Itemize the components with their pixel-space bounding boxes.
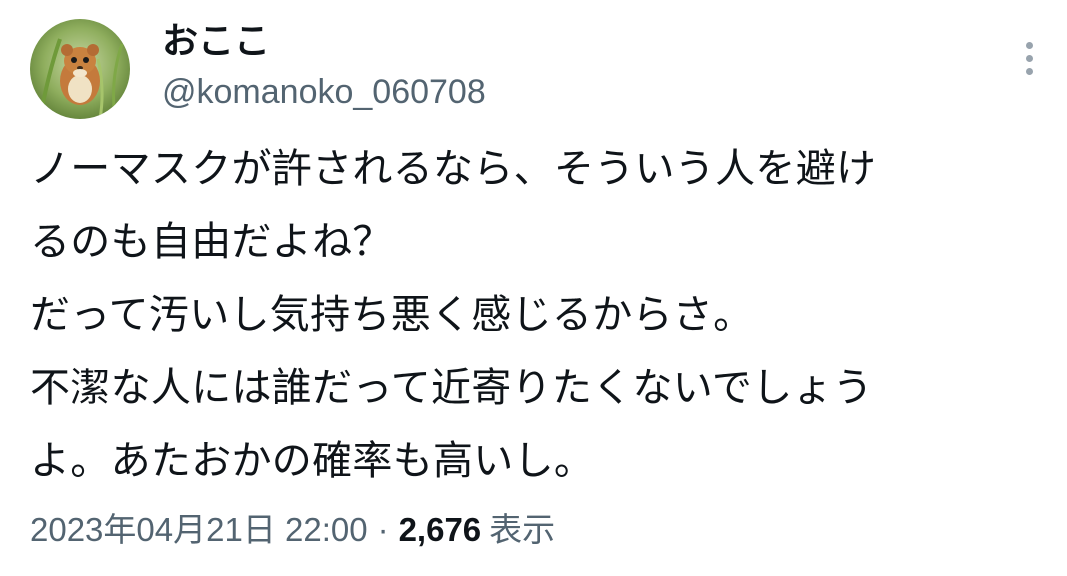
tweet-text-line: よ。あたおかの確率も高いし。 <box>30 438 595 484</box>
views-label: 表示 <box>489 510 556 549</box>
tweet-text-line: るのも自由だよね？ <box>30 219 393 265</box>
tweet-metadata: 2023年04月21日 22:00 · 2,676 表示 <box>30 506 555 554</box>
tweet-text-line: ノーマスクが許されるなら、そういう人を避け <box>30 146 877 192</box>
user-handle[interactable]: @komanoko_060708 <box>162 70 486 114</box>
avatar[interactable] <box>30 19 130 119</box>
tweet-text-line: 不潔な人には誰だって近寄りたくないでしょう <box>30 365 874 411</box>
tweet-timestamp[interactable]: 2023年04月21日 22:00 <box>30 511 368 548</box>
views-count[interactable]: 2,676 <box>399 511 482 548</box>
tweet-text: ノーマスクが許されるなら、そういう人を避け るのも自由だよね？ だって汚いし気持… <box>30 133 1050 498</box>
harvest-mouse-avatar-icon <box>30 19 130 119</box>
display-name[interactable]: おここ <box>162 20 270 64</box>
more-options-button[interactable] <box>1012 36 1046 80</box>
tweet-text-line: だって汚いし気持ち悪く感じるからさ。 <box>30 292 754 338</box>
meta-separator: · <box>377 511 389 548</box>
